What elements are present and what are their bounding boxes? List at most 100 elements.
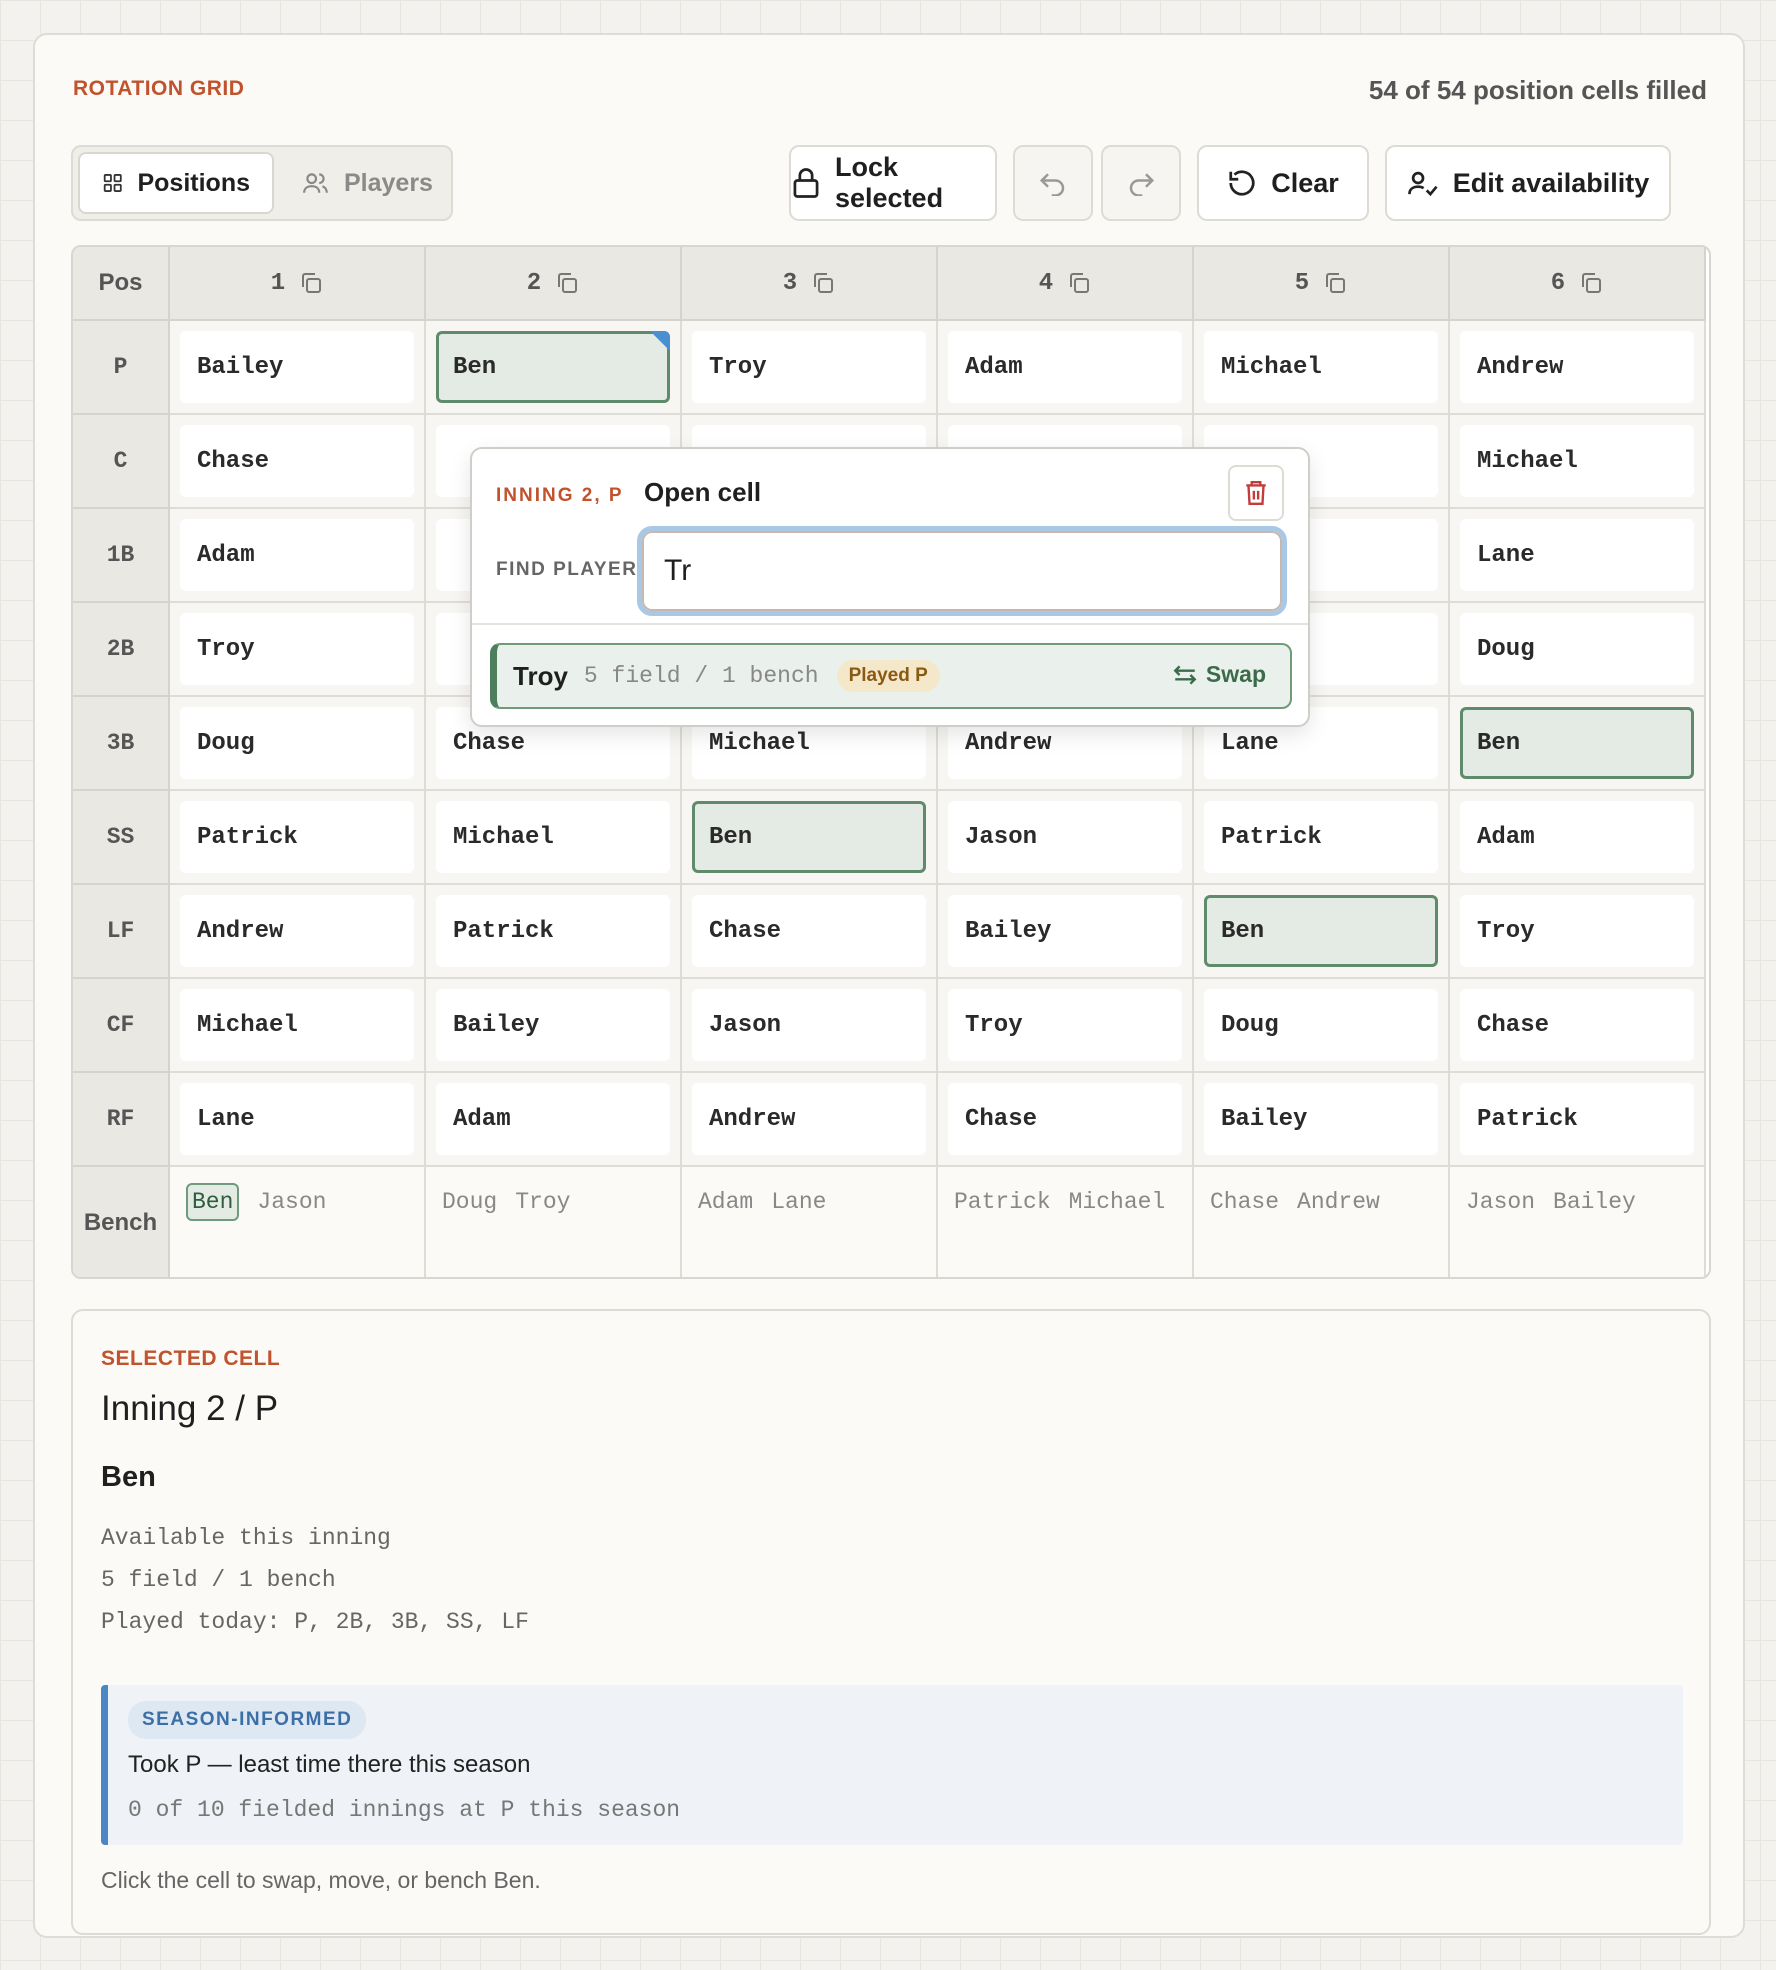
cell-player-name: Michael	[1204, 331, 1438, 403]
grid-cell[interactable]: Lane	[1450, 509, 1706, 603]
copy-inning-button[interactable]	[1067, 271, 1091, 295]
grid-cell[interactable]: Doug	[1450, 603, 1706, 697]
grid-cell[interactable]: Lane	[170, 1073, 426, 1167]
cell-player-name: Lane	[180, 1083, 414, 1155]
section-eyebrow: ROTATION GRID	[73, 77, 245, 100]
bench-player: Chase	[1210, 1189, 1280, 1215]
player-result-row[interactable]: Troy 5 field / 1 bench Played P Swap	[490, 643, 1292, 709]
swap-button[interactable]: Swap	[1172, 661, 1266, 688]
cell-player-name: Patrick	[1460, 1083, 1694, 1155]
bench-cell[interactable]: Jason Bailey	[1450, 1167, 1706, 1277]
position-row-label: 1B	[73, 509, 170, 603]
clear-button[interactable]: Clear	[1197, 145, 1369, 221]
bench-cell[interactable]: Patrick Michael	[938, 1167, 1194, 1277]
cell-player-name: Adam	[1460, 801, 1694, 873]
grid-cell[interactable]: Michael	[426, 791, 682, 885]
bench-cell[interactable]: Chase Andrew	[1194, 1167, 1450, 1277]
grid-cell[interactable]: Ben	[682, 791, 938, 885]
grid-cell[interactable]: Adam	[426, 1073, 682, 1167]
copy-inning-button[interactable]	[1323, 271, 1347, 295]
cell-player-name: Chase	[1460, 989, 1694, 1061]
lock-icon	[793, 168, 819, 198]
grid-cell[interactable]: Andrew	[1450, 321, 1706, 415]
grid-cell[interactable]: Chase	[1450, 979, 1706, 1073]
find-player-input[interactable]	[637, 526, 1287, 616]
played-position-badge: Played P	[836, 660, 940, 692]
grid-cell[interactable]: Andrew	[170, 885, 426, 979]
copy-inning-button[interactable]	[811, 271, 835, 295]
players-view-button[interactable]: Players	[280, 152, 455, 214]
grid-cell[interactable]: Adam	[938, 321, 1194, 415]
bench-cell[interactable]: Adam Lane	[682, 1167, 938, 1277]
grid-cell[interactable]: Jason	[682, 979, 938, 1073]
cell-player-name: Troy	[692, 331, 926, 403]
position-row-label: C	[73, 415, 170, 509]
grid-cell[interactable]: Jason	[938, 791, 1194, 885]
bench-cell[interactable]: Ben Jason	[170, 1167, 426, 1277]
grid-cell[interactable]: Patrick	[426, 885, 682, 979]
grid-cell[interactable]: Bailey	[426, 979, 682, 1073]
cell-player-name: Andrew	[180, 895, 414, 967]
copy-icon	[1582, 273, 1602, 293]
cell-player-name: Michael	[180, 989, 414, 1061]
grid-cell[interactable]: Patrick	[1194, 791, 1450, 885]
undo-button[interactable]	[1013, 145, 1093, 221]
grid-cell[interactable]: Adam	[170, 509, 426, 603]
copy-inning-button[interactable]	[1579, 271, 1603, 295]
cell-player-name: Bailey	[948, 895, 1182, 967]
result-player-stats: 5 field / 1 bench	[583, 663, 819, 689]
grid-cell[interactable]: Patrick	[170, 791, 426, 885]
positions-view-button[interactable]: Positions	[78, 152, 274, 214]
clear-label: Clear	[1271, 167, 1339, 198]
grid-cell[interactable]: Michael	[1194, 321, 1450, 415]
grid-cell[interactable]: Bailey	[938, 885, 1194, 979]
cell-player-name: Troy	[1460, 895, 1694, 967]
grid-cell[interactable]: Michael	[1450, 415, 1706, 509]
copy-inning-button[interactable]	[299, 271, 323, 295]
popover-title: Open cell	[644, 477, 762, 507]
grid-cell[interactable]: Adam	[1450, 791, 1706, 885]
grid-cell[interactable]: Ben	[1450, 697, 1706, 791]
position-row-label: LF	[73, 885, 170, 979]
grid-cell[interactable]: Troy	[170, 603, 426, 697]
undo-icon	[1039, 173, 1065, 196]
bench-player: Doug	[442, 1189, 498, 1215]
grid-cell[interactable]: Ben	[1194, 885, 1450, 979]
cell-player-name: Bailey	[1204, 1083, 1438, 1155]
grid-cell[interactable]: Doug	[170, 697, 426, 791]
grid-cell[interactable]: Troy	[938, 979, 1194, 1073]
cell-player-name: Andrew	[1460, 331, 1694, 403]
grid-cell[interactable]: Doug	[1194, 979, 1450, 1073]
edit-availability-button[interactable]: Edit availability	[1385, 145, 1671, 221]
grid-cell[interactable]: Michael	[170, 979, 426, 1073]
grid-cell[interactable]: Patrick	[1450, 1073, 1706, 1167]
filled-status: 54 of 54 position cells filled	[1368, 75, 1707, 105]
grid-cell[interactable]: Troy	[682, 321, 938, 415]
popover-eyebrow: INNING 2, P	[496, 485, 624, 506]
clear-cell-button[interactable]	[1228, 465, 1284, 521]
cell-player-name: Ben	[436, 331, 670, 403]
inning-number: 6	[1550, 269, 1566, 297]
bench-player: Ben	[186, 1183, 240, 1221]
grid-cell[interactable]: Chase	[938, 1073, 1194, 1167]
cell-player-name: Jason	[948, 801, 1182, 873]
bench-cell[interactable]: Doug Troy	[426, 1167, 682, 1277]
cell-player-name: Michael	[436, 801, 670, 873]
pos-column-header: Pos	[73, 247, 170, 321]
selected-cell-title: Inning 2 / P	[101, 1389, 279, 1428]
lock-selected-button[interactable]: Lock selected	[789, 145, 997, 221]
grid-cell[interactable]: Andrew	[682, 1073, 938, 1167]
selected-player-name: Ben	[101, 1461, 156, 1493]
grid-icon	[103, 174, 122, 192]
grid-cell[interactable]: Troy	[1450, 885, 1706, 979]
positions-label: Positions	[137, 168, 250, 197]
redo-button[interactable]	[1101, 145, 1181, 221]
grid-cell[interactable]: Chase	[170, 415, 426, 509]
copy-inning-button[interactable]	[555, 271, 579, 295]
field-bench-stats: 5 field / 1 bench	[101, 1567, 336, 1593]
grid-cell[interactable]: Bailey	[170, 321, 426, 415]
cell-player-name: Ben	[1460, 707, 1694, 779]
grid-cell[interactable]: Chase	[682, 885, 938, 979]
grid-cell[interactable]: Bailey	[1194, 1073, 1450, 1167]
grid-cell[interactable]: Ben	[426, 321, 682, 415]
